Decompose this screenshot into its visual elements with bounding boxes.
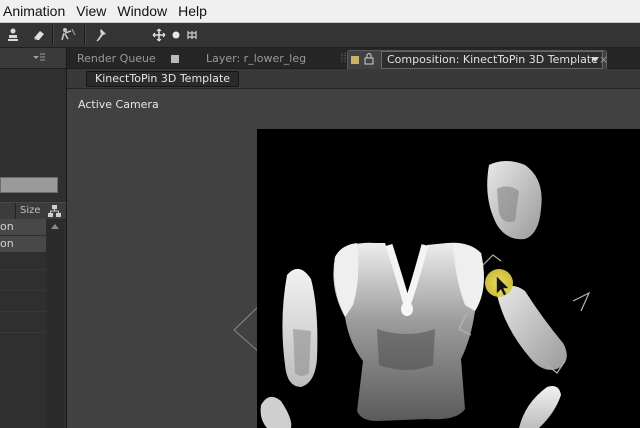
toolbar bbox=[0, 23, 640, 48]
kinect-figure-image bbox=[260, 161, 591, 428]
menubar: Animation View Window Help bbox=[0, 0, 640, 23]
pin-tool-icon[interactable] bbox=[91, 26, 111, 44]
breadcrumb[interactable]: KinectToPin 3D Template bbox=[86, 71, 240, 87]
tab-render-queue[interactable]: Render Queue bbox=[77, 50, 156, 68]
toolbar-separator bbox=[52, 25, 54, 45]
toolbar-separator bbox=[84, 25, 86, 45]
panel-menu-icon[interactable] bbox=[32, 51, 46, 63]
dot-icon[interactable] bbox=[170, 26, 182, 44]
composition-viewer: KinectToPin 3D Template Active Camera bbox=[67, 69, 640, 428]
eraser-icon[interactable] bbox=[30, 26, 48, 44]
viewer-tab-bar: Render Queue Layer: r_lower_leg Composit… bbox=[67, 48, 640, 69]
list-divider bbox=[0, 290, 46, 291]
flowchart-icon[interactable] bbox=[48, 205, 61, 220]
list-item[interactable]: on bbox=[0, 219, 46, 235]
chevron-down-icon[interactable] bbox=[591, 57, 599, 62]
project-column-header: Size bbox=[0, 202, 66, 220]
list-item[interactable]: on bbox=[0, 236, 46, 252]
composition-tab-label: Composition: KinectToPin 3D Template bbox=[387, 53, 598, 66]
orbit-icon[interactable] bbox=[151, 26, 167, 44]
composition-breadcrumb-bar: KinectToPin 3D Template bbox=[67, 69, 640, 89]
project-scrollbar[interactable] bbox=[46, 219, 64, 428]
tab-composition[interactable]: Composition: KinectToPin 3D Template bbox=[347, 50, 607, 69]
lock-square-icon[interactable] bbox=[171, 50, 179, 68]
list-item-label: on bbox=[0, 220, 14, 233]
menu-view[interactable]: View bbox=[71, 3, 112, 19]
composition-color-icon bbox=[351, 56, 359, 64]
menu-animation[interactable]: Animation bbox=[0, 3, 71, 19]
list-divider bbox=[0, 311, 46, 312]
puppet-pin-icon[interactable] bbox=[4, 26, 22, 44]
list-item-label: on bbox=[0, 237, 14, 250]
menu-help[interactable]: Help bbox=[173, 3, 213, 19]
project-panel-tabbar bbox=[0, 48, 66, 69]
menu-window[interactable]: Window bbox=[112, 3, 173, 19]
view-label: Active Camera bbox=[78, 98, 159, 111]
close-icon[interactable]: × bbox=[599, 51, 608, 69]
composition-canvas[interactable] bbox=[257, 129, 640, 428]
scroll-up-arrow-icon[interactable] bbox=[51, 224, 59, 229]
tab-layer[interactable]: Layer: r_lower_leg bbox=[206, 50, 306, 68]
grid-icon[interactable] bbox=[185, 26, 199, 44]
project-panel: Size on on bbox=[0, 48, 67, 428]
camera-frame-corner bbox=[233, 305, 260, 353]
size-column-header[interactable]: Size bbox=[15, 203, 41, 219]
list-divider bbox=[0, 332, 46, 333]
list-divider bbox=[0, 269, 46, 270]
composition-dropdown[interactable]: Composition: KinectToPin 3D Template bbox=[381, 51, 603, 69]
project-search-field[interactable] bbox=[0, 177, 58, 193]
puppet-starch-icon[interactable] bbox=[58, 26, 78, 44]
